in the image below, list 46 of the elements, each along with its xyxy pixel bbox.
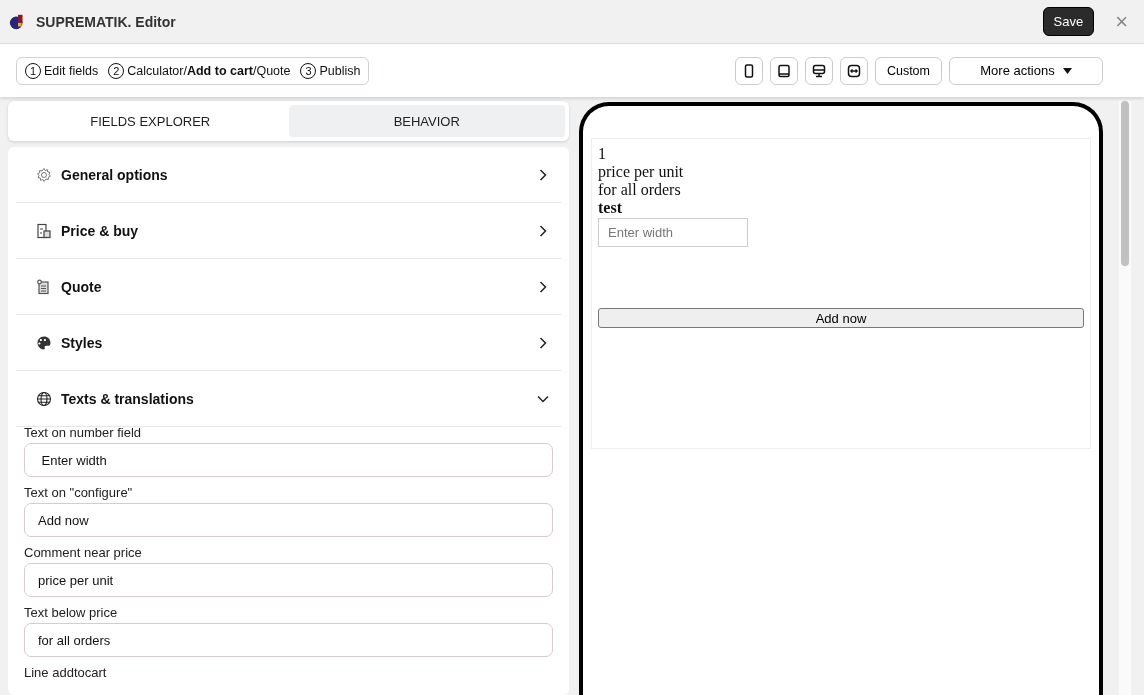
- text-field[interactable]: price per unit: [24, 563, 553, 597]
- text-field[interactable]: Add now: [24, 503, 553, 537]
- add-now-button[interactable]: Add now: [598, 308, 1084, 328]
- chevron-right-icon: [537, 168, 549, 181]
- text-field[interactable]: Enter width: [24, 443, 553, 477]
- price-text: 1: [598, 145, 606, 163]
- phone-view-button[interactable]: [734, 56, 763, 85]
- desktop-view-button[interactable]: [804, 56, 833, 85]
- price-comment: price per unit: [598, 163, 684, 181]
- field-label: Comment near price: [24, 545, 143, 560]
- tab[interactable]: BEHAVIOR: [288, 105, 565, 137]
- globe-icon: [36, 390, 52, 407]
- step-link[interactable]: Edit fields: [44, 63, 99, 78]
- field-label: Text on number field: [24, 425, 143, 440]
- more-actions-button[interactable]: More actions: [949, 56, 1103, 85]
- accordion-header[interactable]: Styles: [16, 315, 561, 371]
- price-note: for all orders: [598, 181, 681, 199]
- field-label: Text below price: [24, 605, 119, 620]
- chevron-right-icon: [537, 280, 549, 293]
- chevron-right-icon: [537, 224, 549, 237]
- gear-icon: [36, 166, 52, 183]
- tablet-icon: [776, 63, 791, 78]
- custom-button[interactable]: Custom: [874, 56, 942, 85]
- text-field[interactable]: for all orders: [24, 623, 553, 657]
- price-icon: [36, 222, 52, 239]
- field-title: test: [598, 199, 622, 217]
- fit-view-button[interactable]: [839, 56, 868, 85]
- quote-icon: [36, 278, 52, 295]
- step-link[interactable]: Publish: [319, 63, 361, 78]
- scrollbar-thumb[interactable]: [1121, 101, 1129, 266]
- palette-icon: [36, 334, 52, 351]
- accordion-header[interactable]: Price & buy: [16, 203, 561, 259]
- step-link[interactable]: Calculator/Add to cart/Quote: [127, 63, 291, 78]
- caret-icon: [1062, 67, 1072, 74]
- accordion-header[interactable]: Quote: [16, 259, 561, 315]
- accordion-header[interactable]: General options: [16, 147, 561, 203]
- desktop-icon: [811, 63, 826, 78]
- chevron-right-icon: [537, 336, 549, 349]
- save-button[interactable]: Save: [1042, 7, 1095, 36]
- width-input[interactable]: Enter width: [598, 218, 748, 247]
- field-label: Text on "configure": [24, 485, 134, 500]
- field-label: Line addtocart: [24, 665, 108, 680]
- tablet-view-button[interactable]: [769, 56, 798, 85]
- accordion-header[interactable]: Texts & translations: [16, 371, 561, 427]
- fit-icon: [846, 63, 861, 78]
- window-title: SUPREMATIK. Editor: [36, 13, 176, 30]
